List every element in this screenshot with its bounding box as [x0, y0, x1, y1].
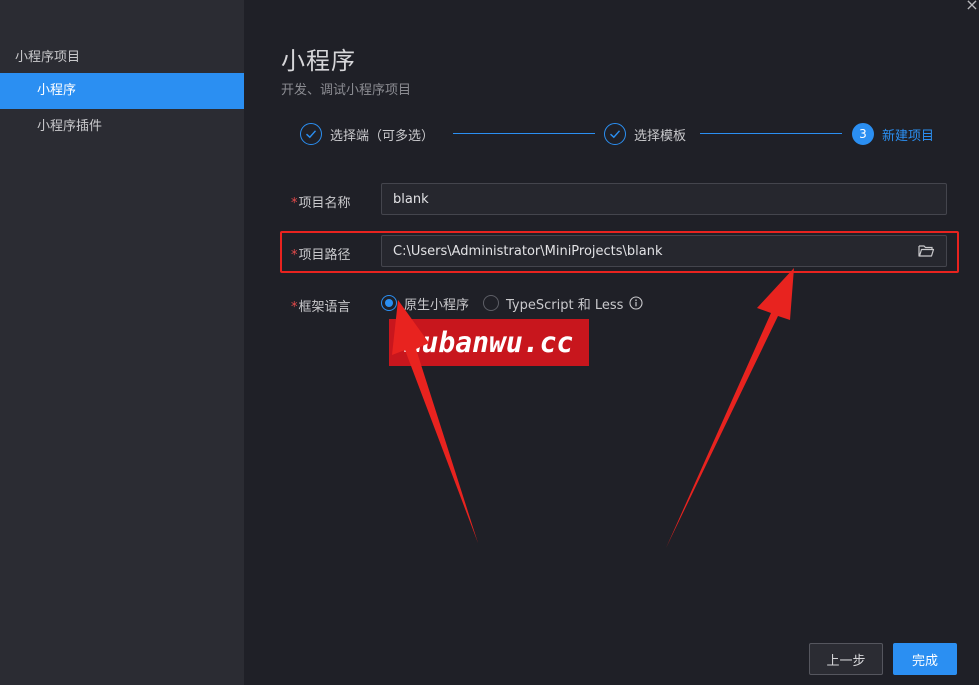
- step-connector: [700, 133, 842, 134]
- page-subtitle: 开发、调试小程序项目: [281, 83, 412, 98]
- framework-label: *框架语言: [291, 300, 351, 315]
- steps-bar: 选择端（可多选） 选择模板 3 新建项目: [300, 120, 940, 148]
- project-name-label: *项目名称: [291, 196, 351, 211]
- sidebar-heading: 小程序项目: [15, 50, 81, 65]
- radio-native[interactable]: 原生小程序: [381, 294, 469, 313]
- radio-label: 原生小程序: [404, 297, 470, 313]
- step-new-project: 3 新建项目: [852, 120, 934, 148]
- radio-label: TypeScript 和 Less: [506, 297, 624, 313]
- radio-dot[interactable]: [381, 295, 397, 311]
- previous-step-button[interactable]: 上一步: [809, 643, 883, 675]
- step-select-template: 选择模板: [604, 120, 686, 148]
- check-icon: [300, 123, 322, 145]
- arrow-to-path: [666, 268, 794, 548]
- highlight-box: [280, 231, 959, 273]
- sidebar: 小程序项目 小程序 小程序插件: [0, 0, 244, 685]
- info-icon[interactable]: [629, 296, 643, 310]
- framework-radio-group: 原生小程序 TypeScript 和 Less: [381, 293, 657, 313]
- required-mark: *: [291, 300, 298, 315]
- step-label: 选择模板: [634, 128, 687, 144]
- step-label: 选择端（可多选）: [330, 128, 435, 144]
- close-icon[interactable]: ×: [965, 0, 979, 14]
- step-connector: [453, 133, 595, 134]
- watermark-logo: mubanwu.cc: [389, 319, 589, 366]
- page-title: 小程序: [281, 47, 356, 75]
- sidebar-item-miniprogram[interactable]: 小程序: [0, 73, 244, 109]
- finish-button[interactable]: 完成: [893, 643, 957, 675]
- step-select-platform: 选择端（可多选）: [300, 120, 434, 148]
- sidebar-item-plugin[interactable]: 小程序插件: [0, 109, 244, 145]
- check-icon: [604, 123, 626, 145]
- step-label: 新建项目: [882, 128, 935, 144]
- radio-typescript-less[interactable]: TypeScript 和 Less: [483, 294, 643, 313]
- step-number: 3: [852, 123, 874, 145]
- required-mark: *: [291, 196, 298, 211]
- project-name-input[interactable]: [381, 183, 947, 215]
- radio-dot[interactable]: [483, 295, 500, 311]
